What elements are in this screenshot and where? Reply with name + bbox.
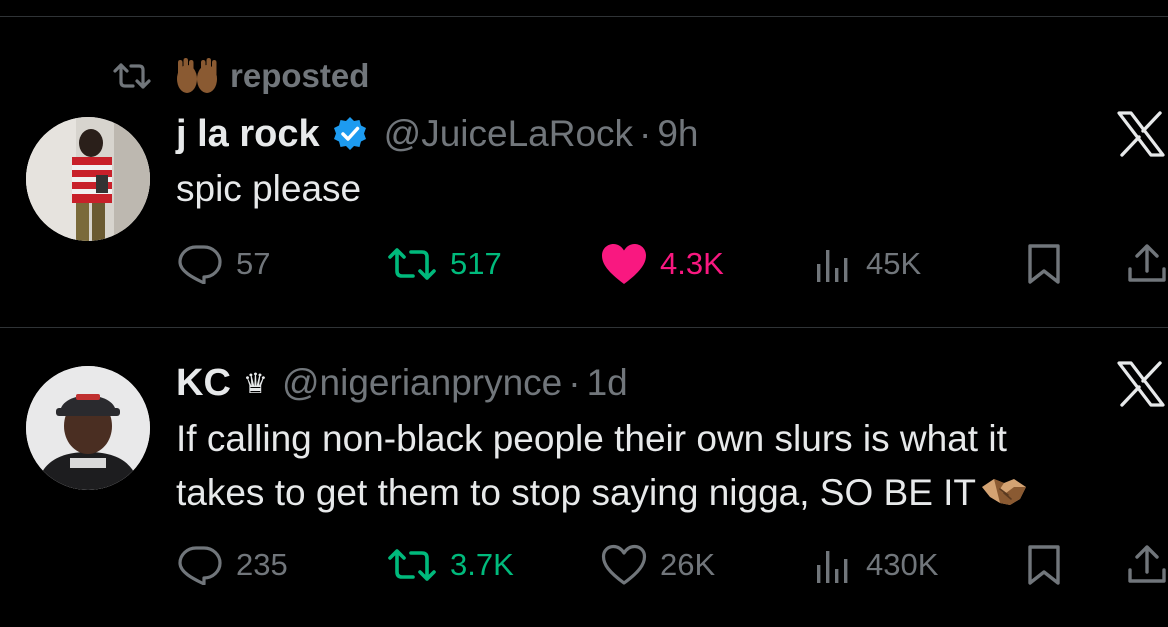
- views-count: 45K: [866, 246, 922, 281]
- repost-context-label: reposted: [230, 57, 370, 94]
- post-text-line-2-row: takes to get them to stop saying nigga, …: [176, 466, 1168, 520]
- raised-hands-emoji: [177, 58, 217, 93]
- bookmark-button[interactable]: [1026, 541, 1062, 589]
- reply-icon: [178, 245, 222, 284]
- share-button[interactable]: [1126, 541, 1168, 589]
- like-button[interactable]: 26K: [600, 541, 715, 589]
- user-handle[interactable]: @nigerianprynce: [282, 362, 562, 404]
- share-icon: [1128, 545, 1166, 583]
- like-button[interactable]: 4.3K: [600, 240, 724, 288]
- share-button[interactable]: [1126, 240, 1168, 288]
- avatar[interactable]: [26, 366, 150, 490]
- avatar-photo: [26, 366, 150, 490]
- repost-count: 3.7K: [450, 547, 514, 582]
- post-header: j la rock @JuiceLaRock · 9h: [176, 110, 699, 158]
- repost-context[interactable]: reposted: [112, 56, 369, 96]
- post-juicelarock[interactable]: reposted j la rock @JuiceLaRock · 9h spi…: [0, 0, 1168, 328]
- reply-count: 57: [236, 246, 271, 281]
- repost-count: 517: [450, 246, 502, 281]
- separator-dot: ·: [639, 113, 652, 154]
- views-button[interactable]: 45K: [814, 240, 921, 288]
- post-header: KC ♛ @nigerianprynce · 1d: [176, 359, 628, 407]
- reply-count: 235: [236, 547, 288, 582]
- x-logo-icon: [1117, 361, 1165, 407]
- separator-dot: ·: [568, 362, 581, 403]
- repost-button[interactable]: 517: [386, 240, 502, 288]
- repost-button[interactable]: 3.7K: [386, 541, 514, 589]
- display-name[interactable]: j la rock: [176, 113, 320, 156]
- bookmark-icon: [1028, 545, 1060, 585]
- reply-button[interactable]: 57: [176, 240, 270, 288]
- user-handle[interactable]: @JuiceLaRock: [384, 113, 633, 155]
- post-text: If calling non-black people their own sl…: [176, 412, 1168, 520]
- views-count: 430K: [866, 547, 939, 582]
- reply-button[interactable]: 235: [176, 541, 288, 589]
- bookmark-icon: [1028, 244, 1060, 284]
- views-chart-icon: [817, 250, 848, 282]
- like-count: 4.3K: [660, 246, 724, 281]
- bookmark-button[interactable]: [1026, 240, 1062, 288]
- verified-badge-icon[interactable]: [332, 116, 368, 152]
- reply-icon: [178, 546, 222, 585]
- post-text: spic please: [176, 168, 362, 209]
- action-bar: 57 517 4.3K 45K: [176, 240, 1168, 288]
- x-logo-icon: [1117, 111, 1165, 157]
- avatar-photo: [26, 117, 150, 241]
- post-text-line-2: takes to get them to stop saying nigga, …: [176, 472, 977, 513]
- views-button[interactable]: 430K: [814, 541, 938, 589]
- post-text-line-1: If calling non-black people their own sl…: [176, 418, 1007, 459]
- like-count: 26K: [660, 547, 716, 582]
- crown-badge-icon: ♛: [242, 366, 268, 400]
- retweet-icon: [388, 248, 436, 280]
- avatar[interactable]: [26, 117, 150, 241]
- display-name[interactable]: KC: [176, 362, 231, 405]
- action-bar: 235 3.7K 26K 430K: [176, 541, 1168, 589]
- retweet-icon: [113, 63, 151, 89]
- retweet-icon: [388, 549, 436, 581]
- share-icon: [1128, 244, 1166, 282]
- heart-filled-icon: [602, 244, 646, 284]
- post-time[interactable]: 9h: [657, 113, 698, 155]
- heart-outline-icon: [601, 544, 647, 585]
- handshake-emoji: [982, 479, 1027, 505]
- views-chart-icon: [817, 551, 848, 583]
- post-time[interactable]: 1d: [587, 362, 628, 404]
- post-nigerianprynce[interactable]: KC ♛ @nigerianprynce · 1d If calling non…: [0, 328, 1168, 627]
